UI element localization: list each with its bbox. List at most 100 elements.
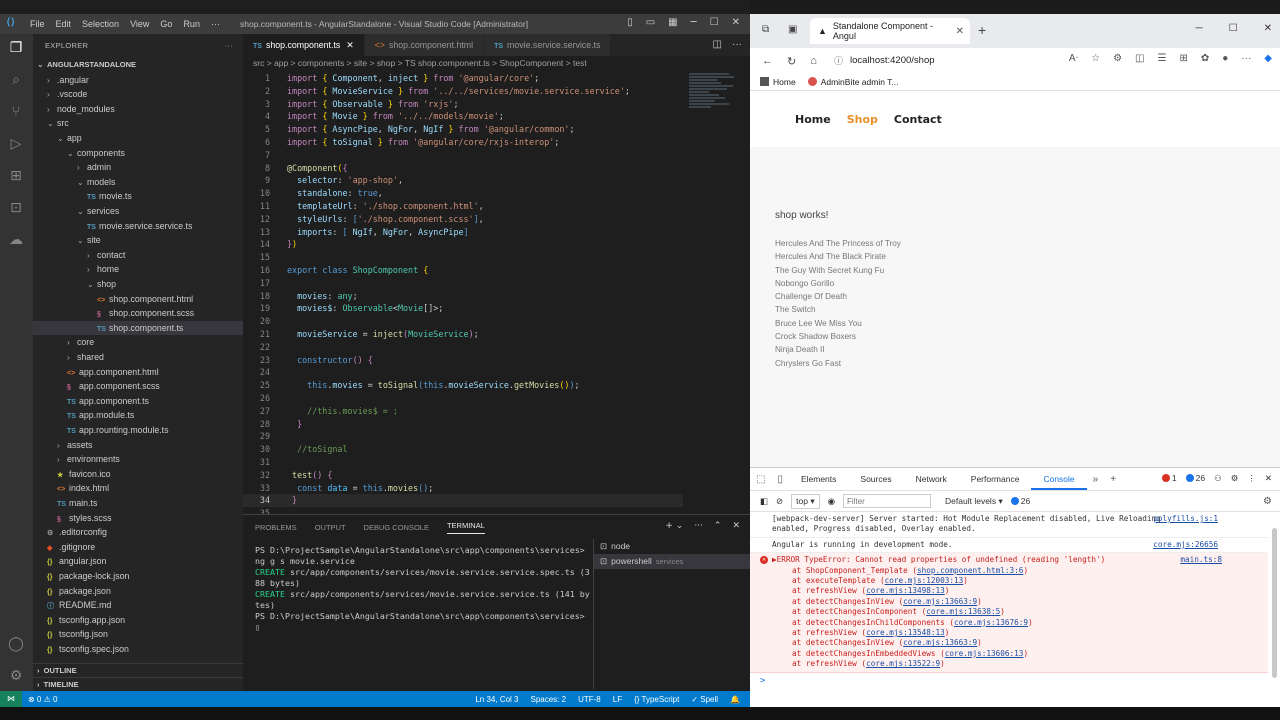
remote-icon[interactable]: ⋈ [0, 691, 22, 707]
tree-item[interactable]: › .vscode [33, 87, 243, 102]
maximize-button[interactable]: ☐ [1229, 23, 1238, 34]
extensions-icon[interactable]: ⊞ [6, 166, 26, 186]
panel-tab[interactable]: TERMINAL [446, 521, 485, 534]
browser-tab-active[interactable]: ▲ Standalone Component - Angul ✕ [810, 18, 970, 44]
breadcrumb[interactable]: src > app > components > site > shop > T… [243, 56, 750, 71]
tree-item[interactable]: › .angular [33, 73, 243, 88]
copilot-icon[interactable]: ◆ [1264, 53, 1272, 64]
maximize-button[interactable]: ☐ [710, 17, 719, 28]
tree-item[interactable]: TS app.component.ts [33, 394, 243, 409]
editor-tab[interactable]: TS movie.service.service.ts [484, 34, 612, 56]
home-icon[interactable]: ⌂ [810, 55, 817, 67]
more-actions-icon[interactable]: ··· [225, 41, 233, 50]
explorer-icon[interactable]: ❐ [6, 38, 26, 58]
favorite-star-icon[interactable]: ☆ [1091, 53, 1100, 64]
layout-panel-icon[interactable]: ▭ [646, 17, 655, 28]
settings-gear-icon[interactable]: ⚙ [6, 666, 26, 686]
tree-item[interactable]: › home [33, 262, 243, 277]
panel-tab[interactable]: OUTPUT [315, 523, 346, 532]
close-button[interactable]: ✕ [732, 17, 740, 28]
tree-item[interactable]: › shared [33, 350, 243, 365]
minimize-button[interactable]: ─ [1196, 23, 1203, 34]
close-panel-icon[interactable]: ✕ [732, 521, 740, 531]
search-icon[interactable]: ⌕ [6, 70, 26, 90]
tree-item[interactable]: {} tsconfig.app.json [33, 613, 243, 628]
console-settings-icon[interactable]: ⚙ [1263, 496, 1272, 507]
info-counter[interactable]: 26 [1185, 473, 1205, 484]
tree-item[interactable]: ⓘ README.md [33, 598, 243, 613]
minimize-button[interactable]: ─ [691, 17, 697, 28]
tree-item[interactable]: <> shop.component.html [33, 292, 243, 307]
extensions-icon[interactable]: ⚙ [1113, 53, 1122, 64]
tab-actions-icon[interactable]: ▣ [788, 24, 797, 35]
devtools-tab-performance[interactable]: Performance [959, 468, 1032, 490]
tree-item[interactable]: <> index.html [33, 481, 243, 496]
more-actions-icon[interactable]: ··· [732, 39, 742, 51]
bookmark-adminbite[interactable]: AdminBite admin T... [807, 77, 898, 87]
tree-item[interactable]: {} angular.json [33, 554, 243, 569]
account-icon[interactable]: ◯ [6, 634, 26, 654]
terminal-session[interactable]: ⊡ node [594, 539, 750, 554]
inspect-icon[interactable]: ⬚ [750, 474, 771, 485]
more-icon[interactable]: ··· [694, 521, 703, 531]
run-debug-icon[interactable]: ▷ [6, 134, 26, 154]
remote-explorer-icon[interactable]: ⊡ [6, 198, 26, 218]
tree-item[interactable]: ⌄ src [33, 116, 243, 131]
tree-item[interactable]: TS main.ts [33, 496, 243, 511]
tree-item[interactable]: {} package.json [33, 584, 243, 599]
end-of-line[interactable]: LF [613, 695, 622, 704]
tree-item[interactable]: TS movie.service.service.ts [33, 219, 243, 234]
menu-item[interactable]: Edit [56, 19, 72, 29]
tree-item[interactable]: § app.component.scss [33, 379, 243, 394]
tree-item[interactable]: ⌄ models [33, 175, 243, 190]
menu-item[interactable]: File [30, 19, 45, 29]
cursor-position[interactable]: Ln 34, Col 3 [475, 695, 518, 704]
more-tabs-icon[interactable]: » [1087, 474, 1105, 485]
tree-item[interactable]: › core [33, 335, 243, 350]
tree-item[interactable]: › node_modules [33, 102, 243, 117]
new-terminal-icon[interactable]: + ⌄ [665, 521, 683, 531]
tree-item[interactable]: ★ favicon.ico [33, 467, 243, 482]
devtools-more-icon[interactable]: ⋮ [1247, 473, 1256, 484]
tree-item[interactable]: › assets [33, 438, 243, 453]
workspaces-icon[interactable]: ⧉ [762, 24, 769, 35]
menu-item[interactable]: View [130, 19, 149, 29]
panel-tab[interactable]: PROBLEMS [255, 523, 297, 532]
editor-tab[interactable]: TS shop.component.ts ✕ [243, 34, 365, 56]
tree-item[interactable]: ◆ .gitignore [33, 540, 243, 555]
tree-item[interactable]: › admin [33, 160, 243, 175]
stack-location-link[interactable]: core.mjs:13606:13 [945, 649, 1024, 658]
clear-console-icon[interactable]: ⊘ [776, 496, 783, 507]
stack-location-link[interactable]: core.mjs:13663:9 [903, 638, 977, 647]
tree-item[interactable]: ⌄ shop [33, 277, 243, 292]
layout-customize-icon[interactable]: ▦ [668, 17, 677, 28]
tree-item[interactable]: TS shop.component.ts [33, 320, 243, 336]
tree-item[interactable]: § styles.scss [33, 511, 243, 526]
profile-icon[interactable]: ● [1222, 53, 1228, 64]
console-prompt[interactable]: > [750, 673, 1268, 689]
add-tab-icon[interactable]: + [1104, 474, 1122, 485]
source-link[interactable]: core.mjs:26656 [1153, 540, 1218, 550]
encoding[interactable]: UTF-8 [578, 695, 601, 704]
devtools-tab-elements[interactable]: Elements [789, 468, 848, 490]
bookmark-home[interactable]: Home [760, 77, 796, 87]
extension-icon[interactable]: ✿ [1201, 53, 1209, 64]
favorites-icon[interactable]: ☰ [1158, 53, 1167, 64]
issues-counter[interactable]: 26 [1010, 496, 1030, 506]
problems-status[interactable]: ⊗ 0 ⚠ 0 [28, 695, 57, 704]
refresh-icon[interactable]: ↻ [787, 55, 796, 68]
devtools-tab-sources[interactable]: Sources [848, 468, 903, 490]
tree-item[interactable]: {} tsconfig.json [33, 627, 243, 642]
tree-item[interactable]: › contact [33, 248, 243, 263]
project-root[interactable]: ⌄ ANGULARSTANDALONE [33, 58, 243, 73]
share-icon[interactable]: ⚇ [1214, 473, 1222, 484]
error-text[interactable]: ▶ERROR TypeError: Cannot read properties… [772, 555, 1105, 564]
tree-item[interactable]: ⌄ components [33, 146, 243, 161]
outline-section[interactable]: › OUTLINE [33, 663, 243, 677]
info-icon[interactable]: ⓘ [834, 51, 843, 71]
devtools-tab-network[interactable]: Network [904, 468, 959, 490]
stack-location-link[interactable]: shop.component.html:3:6 [917, 566, 1023, 575]
split-screen-icon[interactable]: ◫ [1135, 53, 1144, 64]
tree-item[interactable]: ⌄ site [33, 233, 243, 248]
menu-item[interactable]: ··· [211, 19, 220, 29]
